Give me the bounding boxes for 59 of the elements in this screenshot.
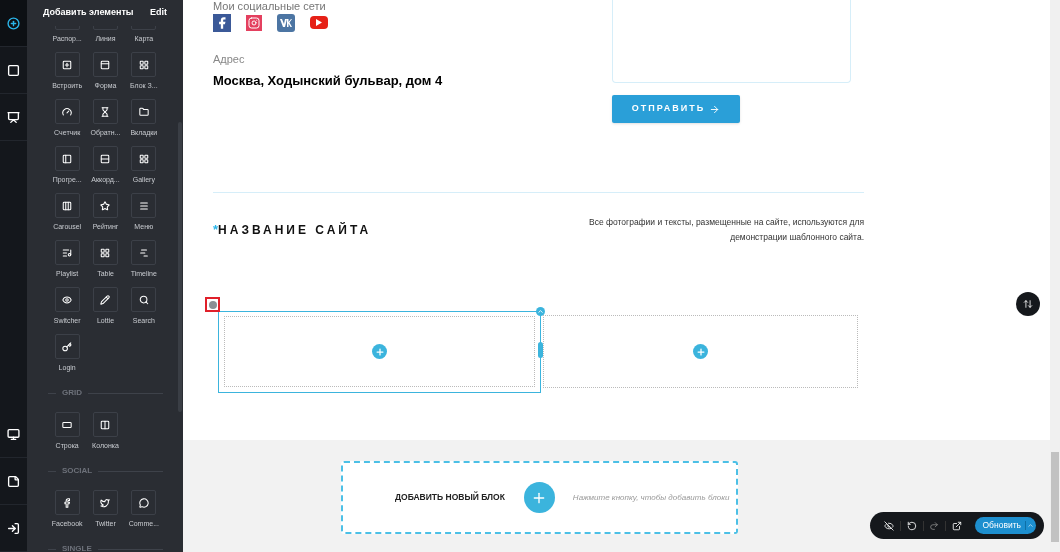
add-block-hint: Нажмите кнопку, чтобы добавить блоки: [572, 491, 730, 504]
pencil-icon: [100, 294, 111, 305]
update-button[interactable]: Обновить: [974, 517, 1036, 534]
edit-button[interactable]: Edit: [150, 6, 167, 20]
resize-handle[interactable]: [538, 342, 543, 358]
grid-icon: [100, 247, 111, 258]
arrange-button[interactable]: [1016, 292, 1040, 316]
arrow-icon: [709, 103, 721, 115]
page-scrollbar[interactable]: [1050, 0, 1060, 552]
address-text: Москва, Ходынский бульвар, дом 4: [213, 71, 444, 90]
square-icon[interactable]: [7, 63, 20, 77]
vk-icon[interactable]: [277, 14, 295, 32]
arrows-icon: [1023, 299, 1033, 309]
plus-icon: [374, 346, 385, 357]
menu-icon: [138, 200, 149, 211]
social-heading: Мои социальные сети: [213, 0, 327, 12]
brand-mark: *: [213, 221, 219, 240]
row-handle-button[interactable]: [205, 297, 220, 312]
panel-icon: [62, 153, 73, 164]
exit-icon[interactable]: [7, 521, 20, 535]
folder-icon: [138, 106, 149, 117]
plus-icon: [695, 346, 706, 357]
presentation-icon[interactable]: [7, 110, 20, 124]
disclaimer-text: Все фотографии и тексты, размещенные на сайте, используются для демонстрации шаблонного сайта.: [588, 216, 864, 244]
add-block-label: ДОБАВИТЬ НОВЫЙ БЛОК: [395, 491, 505, 504]
eye-icon: [62, 294, 73, 305]
search-icon: [138, 294, 149, 305]
site-title: НАЗВАНИЕ САЙТА: [218, 221, 372, 239]
address-label: Адрес: [213, 52, 246, 67]
rows-icon: [100, 153, 111, 164]
facebook-icon[interactable]: [213, 14, 231, 32]
star-icon: [100, 200, 111, 211]
message-field[interactable]: [612, 0, 851, 83]
add-icon[interactable]: [7, 16, 20, 30]
columns-icon: [62, 200, 73, 211]
panel-scrollbar[interactable]: [178, 122, 182, 412]
chevron-icon: [1025, 521, 1034, 530]
key-icon: [62, 341, 73, 352]
chat-bubble-icon: [138, 497, 149, 508]
section-heading: SINGLE: [62, 543, 92, 552]
section-heading: SOCIAL: [62, 465, 93, 477]
instagram-icon[interactable]: [246, 15, 262, 31]
twitter-icon: [100, 497, 111, 508]
hourglass-icon: [100, 106, 111, 117]
monitor-icon[interactable]: [7, 427, 20, 441]
panel-icon: [100, 59, 111, 70]
section-heading: GRID: [62, 387, 82, 399]
grid-icon: [138, 153, 149, 164]
playlist-icon: [62, 247, 73, 258]
note-icon[interactable]: [7, 474, 20, 488]
row-icon: [62, 419, 73, 430]
square-plus-icon: [62, 59, 73, 70]
grid-icon: [138, 59, 149, 70]
timeline-icon: [138, 247, 149, 258]
youtube-icon[interactable]: [310, 16, 328, 29]
panel-title: Добавить элементы: [43, 6, 134, 20]
gauge-icon: [62, 106, 73, 117]
facebook-icon: [62, 497, 73, 508]
column-icon: [100, 419, 111, 430]
